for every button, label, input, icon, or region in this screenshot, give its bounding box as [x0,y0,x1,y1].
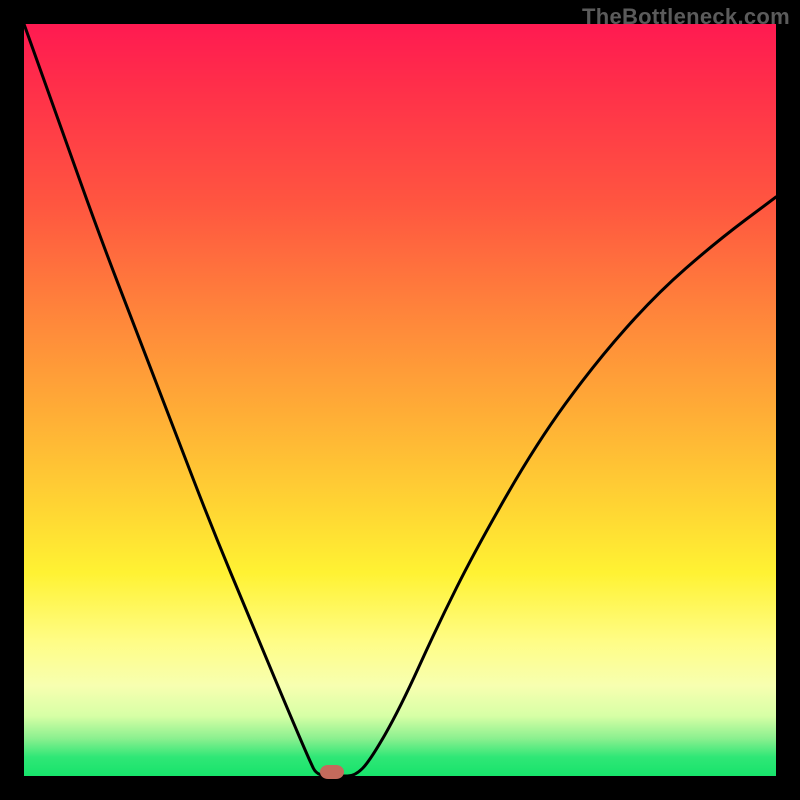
curve-path [24,24,776,776]
chart-plot-area [24,24,776,776]
chart-frame: TheBottleneck.com [0,0,800,800]
chart-curve [24,24,776,776]
watermark-text: TheBottleneck.com [582,4,790,30]
minimum-marker [320,765,344,779]
